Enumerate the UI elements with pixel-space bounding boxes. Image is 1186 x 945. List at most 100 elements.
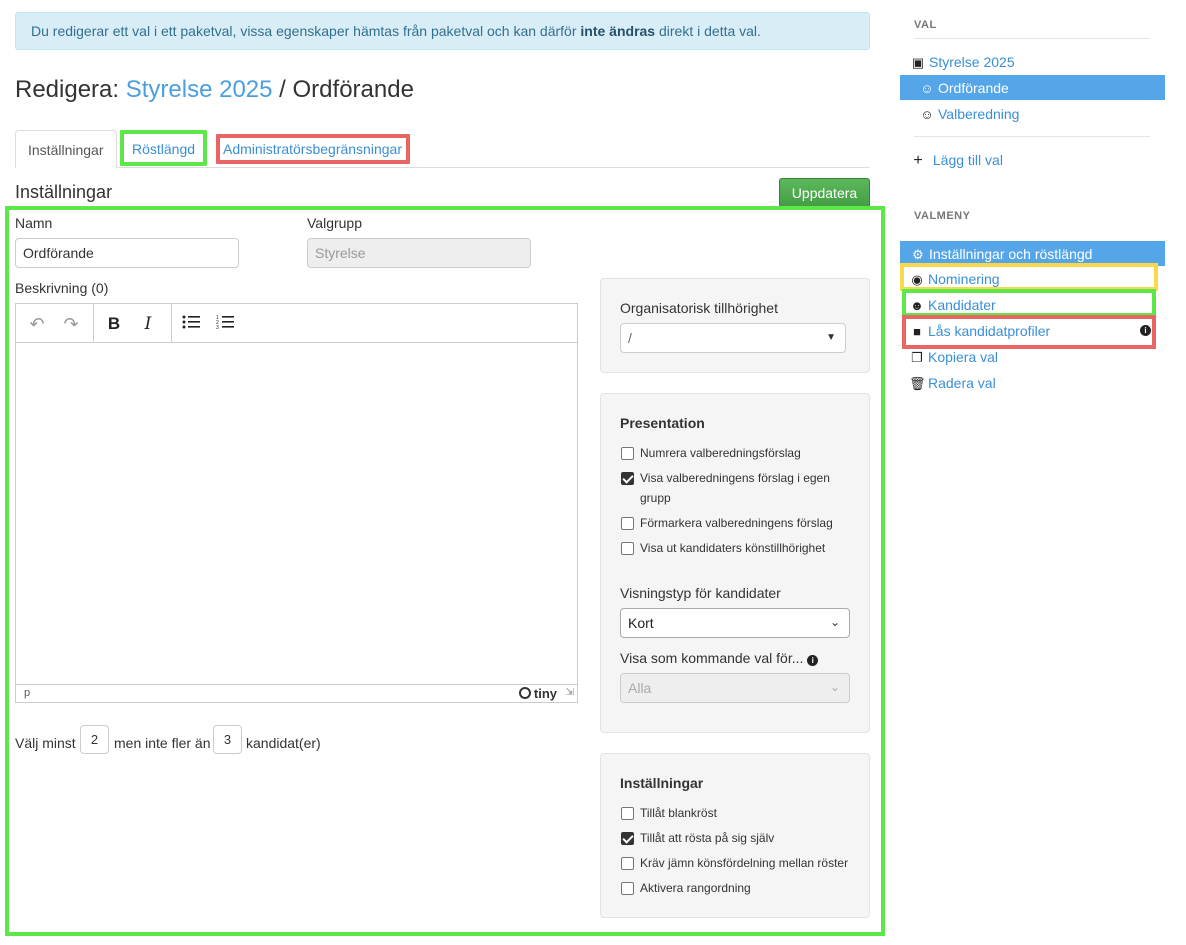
checkbox-konstillhorighet[interactable] [621, 542, 634, 555]
resize-handle-icon[interactable]: ⇲ [566, 687, 574, 698]
settings-panel-title: Inställningar [620, 775, 704, 791]
bullet-list-icon[interactable] [179, 312, 203, 336]
package-link[interactable]: Styrelse 2025 [126, 76, 273, 103]
display-type-value: Kort [628, 615, 654, 631]
sidebar-item-label: Ordförande [938, 80, 1009, 96]
numbered-list-icon[interactable]: 123 [213, 312, 237, 336]
alert-text-bold: inte ändras [580, 23, 656, 39]
sidebar-item-label: Radera val [928, 375, 996, 391]
chevron-down-icon: ⌄ [829, 615, 840, 629]
caret-down-icon: ▼ [826, 332, 836, 343]
org-select-value: / [628, 330, 632, 346]
sidebar-item-radera-val[interactable]: 🗑 Radera val [909, 375, 996, 392]
alert-text-after: direkt i detta val. [655, 23, 761, 39]
sidebar-item-label: Valberedning [938, 106, 1020, 122]
title-election: Ordförande [292, 76, 414, 103]
upcoming-label: Visa som kommande val för... i [620, 650, 819, 666]
description-label: Beskrivning (0) [15, 280, 109, 296]
sidebar-item-las-kandidatprofiler[interactable]: ■ Lås kandidatprofiler [909, 323, 1050, 339]
info-icon[interactable]: i [1140, 325, 1151, 336]
page-title: Redigera: Styrelse 2025 / Ordförande [15, 76, 414, 104]
choose-max-input[interactable]: 3 [213, 725, 242, 754]
gear-icon: ⚙ [912, 247, 924, 262]
option-visa-egen-grupp-label-cont: grupp [640, 491, 671, 505]
tab-rostlangd[interactable]: Röstlängd [132, 141, 195, 157]
group-input: Styrelse [307, 238, 531, 268]
plus-icon: + [913, 152, 923, 169]
add-election-label: Lägg till val [932, 152, 1003, 168]
tab-administratorsbegransningar[interactable]: Administratörsbegränsningar [223, 141, 402, 157]
sidebar-item-label: Kopiera val [928, 349, 999, 365]
lock-icon: ■ [913, 324, 921, 339]
add-election-link[interactable]: + Lägg till val [910, 152, 1003, 170]
sidebar-item-label: Lås kandidatprofiler [928, 323, 1051, 339]
checkbox-formarkera[interactable] [621, 517, 634, 530]
choose-min-input[interactable]: 2 [80, 725, 109, 754]
sidebar-divider [914, 38, 1150, 39]
user-group-icon: ☺ [920, 107, 934, 122]
info-icon[interactable]: i [807, 655, 819, 666]
toolbar-divider [93, 304, 94, 343]
presentation-title: Presentation [620, 415, 705, 431]
trash-icon: 🗑 [909, 376, 926, 391]
sidebar-item-kandidater[interactable]: ☻ Kandidater [909, 297, 996, 313]
undo-icon[interactable]: ↶ [25, 312, 49, 336]
sidebar-item-nominering[interactable]: ◉ Nominering [909, 271, 1000, 288]
tab-installningar[interactable]: Inställningar [15, 130, 117, 168]
option-blankrost-label: Tillåt blankröst [640, 806, 717, 820]
choose-max-label: men inte fler än [114, 735, 211, 751]
checkbox-rangordning[interactable] [621, 882, 634, 895]
sidebar-item-kopiera-val[interactable]: ❐ Kopiera val [909, 349, 998, 366]
sidebar-item-styrelse-2025[interactable]: ▣ Styrelse 2025 [910, 54, 1015, 71]
tiny-logo: tiny [518, 686, 557, 701]
comment-plus-icon: ◉ [911, 272, 923, 287]
sidebar-item-label: Styrelse 2025 [929, 54, 1015, 70]
choose-min-label: Välj minst [15, 735, 76, 751]
editor-toolbar: ↶ ↷ B I 123 [16, 304, 577, 343]
option-formarkera-label: Förmarkera valberedningens förslag [640, 516, 833, 530]
checkbox-visa-egen-grupp[interactable] [621, 472, 634, 485]
update-button[interactable]: Uppdatera [779, 178, 870, 208]
option-rosta-sig-sjalv-label: Tillåt att rösta på sig själv [640, 831, 775, 845]
sidebar-item-valberedning[interactable]: ☺ Valberedning [919, 106, 1019, 122]
title-separator: / [272, 76, 293, 103]
checkbox-jamn-konsfordelning[interactable] [621, 857, 634, 870]
org-label: Organisatorisk tillhörighet [620, 300, 778, 316]
toolbar-divider [171, 304, 172, 343]
org-select[interactable]: / ▼ [620, 323, 846, 353]
editor-path: p [24, 687, 31, 699]
choose-suffix: kandidat(er) [246, 735, 321, 751]
italic-icon[interactable]: I [136, 312, 160, 336]
checkbox-rosta-sig-sjalv[interactable] [621, 832, 634, 845]
checkbox-blankrost[interactable] [621, 807, 634, 820]
tiny-brand: tiny [533, 686, 557, 701]
bold-icon[interactable]: B [102, 312, 126, 336]
redo-icon[interactable]: ↷ [59, 312, 83, 336]
option-konstillhorighet-label: Visa ut kandidaters könstillhörighet [640, 541, 826, 555]
svg-text:3: 3 [216, 325, 219, 330]
upcoming-select: Alla ⌄ [620, 673, 850, 703]
alert-text-before: Du redigerar ett val i ett paketval, vis… [31, 23, 581, 39]
upcoming-value: Alla [628, 680, 652, 696]
description-editor[interactable]: ↶ ↷ B I 123 p tiny ⇲ [15, 303, 578, 703]
sidebar-item-label: Inställningar och röstlängd [929, 246, 1093, 262]
copy-icon: ❐ [911, 350, 923, 365]
display-type-select[interactable]: Kort ⌄ [620, 608, 850, 638]
checkbox-numrera[interactable] [621, 447, 634, 460]
sidebar-val-header: VAL [914, 19, 937, 31]
chevron-down-icon: ⌄ [829, 680, 840, 694]
users-icon: ☻ [910, 298, 924, 313]
editor-statusbar: p tiny ⇲ [16, 684, 577, 702]
info-alert: Du redigerar ett val i ett paketval, vis… [15, 12, 870, 50]
sidebar-item-ordforande[interactable]: ☺ Ordförande [900, 75, 1165, 100]
option-visa-egen-grupp-label: Visa valberedningens förslag i egen [640, 471, 830, 485]
option-jamn-konsfordelning-label: Kräv jämn könsfördelning mellan röster [640, 856, 849, 870]
title-prefix: Redigera: [15, 76, 126, 103]
option-rangordning-label: Aktivera rangordning [640, 881, 751, 895]
name-label: Namn [15, 215, 53, 231]
name-input[interactable]: Ordförande [15, 238, 239, 268]
boxes-icon: ▣ [911, 55, 925, 70]
sidebar-item-label: Nominering [928, 271, 1000, 287]
sidebar-item-label: Kandidater [928, 297, 996, 313]
display-type-label: Visningstyp för kandidater [620, 585, 781, 601]
